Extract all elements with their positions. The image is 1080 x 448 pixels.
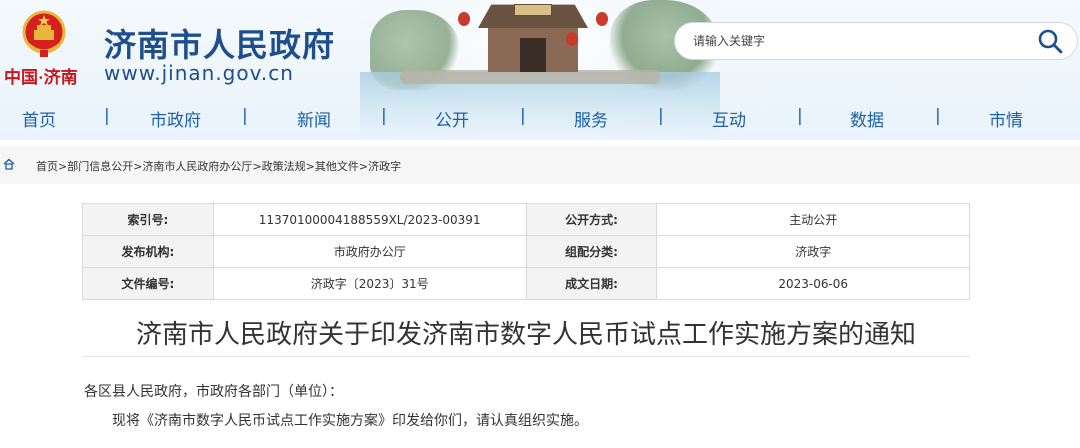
breadcrumb-separator: > xyxy=(305,160,315,173)
table-row: 发布机构: 市政府办公厅 组配分类: 济政字 xyxy=(82,235,970,268)
nav-separator: | xyxy=(104,106,110,126)
home-icon[interactable] xyxy=(3,158,15,170)
index-number-value: 11370100004188559XL/2023-00391 xyxy=(212,203,527,236)
document-title: 济南市人民政府关于印发济南市数字人民币试点工作实施方案的通知 xyxy=(135,320,916,350)
issue-date-label: 成文日期: xyxy=(525,267,658,300)
site-header: 济南市人民政府 中国·济南 www.jinan.gov.cn 首页 | 市政府 … xyxy=(0,0,1080,140)
breadcrumb-dept-disclosure[interactable]: 部门信息公开 xyxy=(67,160,133,173)
nav-item-news[interactable]: 新闻 xyxy=(297,106,331,131)
nav-item-services[interactable]: 服务 xyxy=(574,106,608,131)
breadcrumb-separator: > xyxy=(58,160,68,173)
nav-item-data[interactable]: 数据 xyxy=(850,106,884,131)
nav-item-government[interactable]: 市政府 xyxy=(150,106,201,131)
breadcrumb: 首页>部门信息公开>济南市人民政府办公厅>政策法规>其他文件>济政字 xyxy=(36,158,401,174)
breadcrumb-general-office[interactable]: 济南市人民政府办公厅 xyxy=(142,160,252,173)
nav-separator: | xyxy=(935,106,941,126)
nav-item-city-info[interactable]: 市情 xyxy=(989,106,1023,131)
nav-separator: | xyxy=(797,106,803,126)
document-number-value: 济政字〔2023〕31号 xyxy=(212,267,527,300)
breadcrumb-current[interactable]: 济政字 xyxy=(368,160,401,173)
breadcrumb-bar: 首页>部门信息公开>济南市人民政府办公厅>政策法规>其他文件>济政字 xyxy=(0,146,1080,184)
title-divider xyxy=(82,356,970,357)
index-number-label: 索引号: xyxy=(82,203,214,236)
search-icon[interactable] xyxy=(1037,28,1063,54)
category-value: 济政字 xyxy=(656,235,970,268)
document-salutation: 各区县人民政府，市政府各部门（单位）： xyxy=(84,384,343,400)
disclosure-method-label: 公开方式: xyxy=(525,203,658,236)
table-row: 文件编号: 济政字〔2023〕31号 成文日期: 2023-06-06 xyxy=(82,267,970,300)
search-box xyxy=(674,22,1078,60)
disclosure-method-value: 主动公开 xyxy=(656,203,970,236)
nav-separator: | xyxy=(242,106,248,126)
issue-date-value: 2023-06-06 xyxy=(656,267,970,300)
publisher-label: 发布机构: xyxy=(82,235,214,268)
nav-item-home[interactable]: 首页 xyxy=(22,106,56,131)
document-info-table: 索引号: 11370100004188559XL/2023-00391 公开方式… xyxy=(82,203,970,300)
nav-separator: | xyxy=(520,106,526,126)
table-row: 索引号: 11370100004188559XL/2023-00391 公开方式… xyxy=(82,203,970,236)
breadcrumb-home[interactable]: 首页 xyxy=(36,160,58,173)
breadcrumb-policies[interactable]: 政策法规 xyxy=(262,160,306,173)
national-emblem-icon xyxy=(22,10,66,57)
nav-separator: | xyxy=(658,106,664,126)
nav-item-disclosure[interactable]: 公开 xyxy=(435,106,469,131)
search-input[interactable] xyxy=(693,31,1013,51)
document-number-label: 文件编号: xyxy=(82,267,214,300)
main-nav: 首页 | 市政府 | 新闻 | 公开 | 服务 | 互动 | 数据 | 市情 xyxy=(0,100,1080,134)
publisher-value: 市政府办公厅 xyxy=(212,235,527,268)
nav-item-interaction[interactable]: 互动 xyxy=(712,106,746,131)
nav-separator: | xyxy=(381,106,387,126)
breadcrumb-separator: > xyxy=(252,160,262,173)
breadcrumb-separator: > xyxy=(358,160,369,173)
breadcrumb-other-docs[interactable]: 其他文件 xyxy=(315,160,359,173)
document-paragraph: 现将《济南市数字人民币试点工作实施方案》印发给你们，请认真组织实施。 xyxy=(112,413,588,429)
site-url[interactable]: www.jinan.gov.cn xyxy=(104,61,294,85)
city-logo-text: 中国·济南 xyxy=(4,68,78,87)
site-name[interactable]: 济南市人民政府 xyxy=(104,20,335,66)
category-label: 组配分类: xyxy=(525,235,658,268)
